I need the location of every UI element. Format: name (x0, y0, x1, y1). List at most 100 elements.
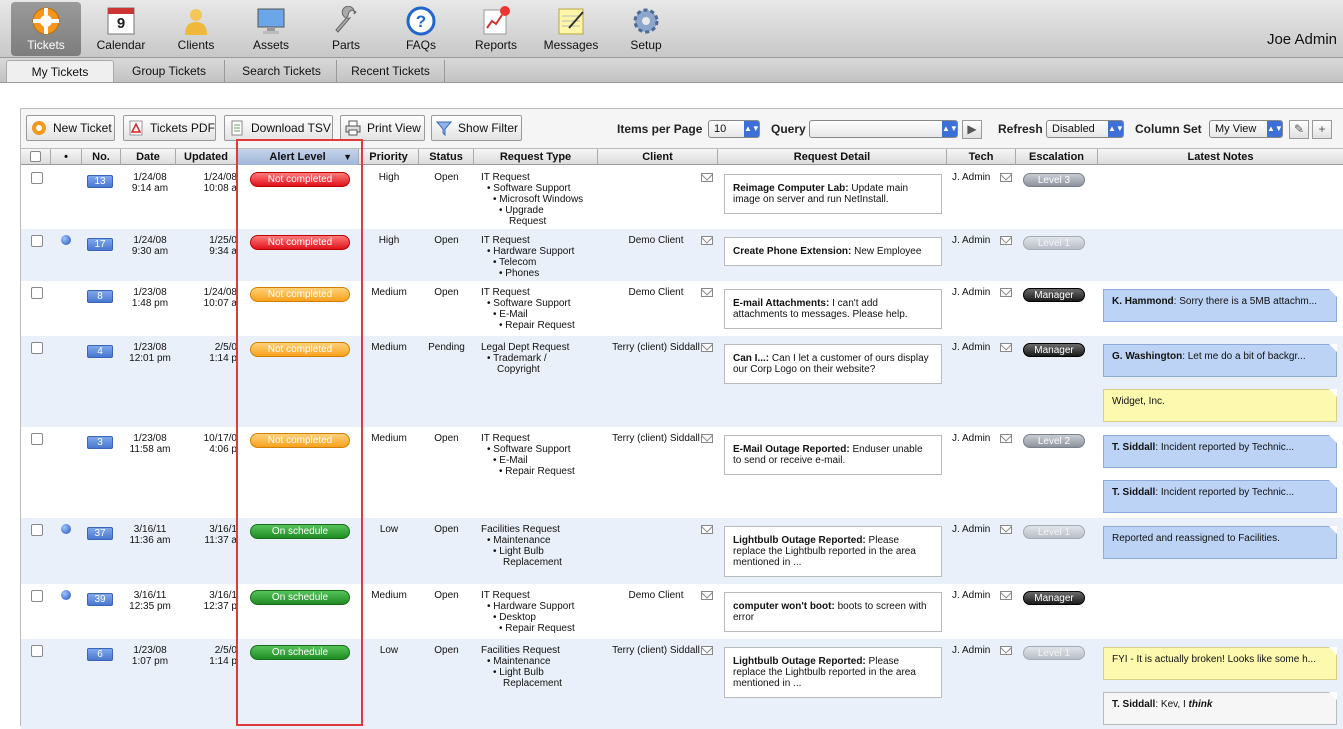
column-header-priority[interactable]: Priority (359, 149, 419, 165)
latest-note[interactable]: FYI - It is actually broken! Looks like … (1103, 647, 1337, 680)
select-all-checkbox[interactable] (30, 151, 41, 162)
ticket-number[interactable]: 8 (87, 290, 113, 303)
add-column-set-button[interactable]: + (1312, 120, 1332, 139)
ticket-checkbox[interactable] (31, 172, 43, 184)
ticket-row[interactable]: 4 1/23/08 12:01 pm 2/5/0 1:14 p Not completed… (21, 336, 1343, 427)
edit-column-set-button[interactable]: ✎ (1289, 120, 1309, 139)
email-tech-icon[interactable] (1000, 434, 1012, 443)
client-name[interactable]: Demo Client (603, 235, 709, 246)
client-name[interactable]: Demo Client (603, 590, 709, 601)
client-name[interactable]: Terry (client) Siddall (603, 433, 709, 444)
ticket-row[interactable]: 8 1/23/08 1:48 pm 1/24/08 10:07 a Not complet… (21, 281, 1343, 336)
column-set-select[interactable]: My View ▲▼ (1209, 120, 1283, 138)
tab-group-tickets[interactable]: Group Tickets (114, 60, 225, 82)
request-detail[interactable]: E-Mail Outage Reported: Enduser unable t… (724, 435, 942, 475)
email-client-icon[interactable] (701, 288, 713, 297)
refresh-select[interactable]: Disabled ▲▼ (1046, 120, 1124, 138)
latest-note[interactable]: T. Siddall: Incident reported by Technic… (1103, 480, 1337, 513)
column-header-request-detail[interactable]: Request Detail (718, 149, 947, 165)
column-header-date[interactable]: Date (121, 149, 176, 165)
email-tech-icon[interactable] (1000, 591, 1012, 600)
ticket-row[interactable]: 17 1/24/08 9:30 am 1/25/0 9:34 a Not complete… (21, 229, 1343, 281)
column-header-updated[interactable]: Updated (176, 149, 237, 165)
email-tech-icon[interactable] (1000, 525, 1012, 534)
email-client-icon[interactable] (701, 525, 713, 534)
ticket-number[interactable]: 37 (87, 527, 113, 540)
email-client-icon[interactable] (701, 434, 713, 443)
email-client-icon[interactable] (701, 646, 713, 655)
ticket-checkbox[interactable] (31, 342, 43, 354)
print-view-button[interactable]: Print View (340, 115, 425, 141)
ticket-row[interactable]: 37 3/16/11 11:36 am 3/16/1 11:37 a On schedul… (21, 518, 1343, 584)
ticket-number[interactable]: 3 (87, 436, 113, 449)
request-detail[interactable]: Create Phone Extension: New Employee (724, 237, 942, 266)
toolbar-item-messages[interactable]: Messages (536, 2, 606, 56)
new-ticket-button[interactable]: New Ticket (26, 115, 115, 141)
items-per-page-select[interactable]: 10 ▲▼ (708, 120, 760, 138)
latest-note[interactable]: Widget, Inc. (1103, 389, 1337, 422)
select-all-header[interactable] (21, 149, 51, 165)
toolbar-item-tickets[interactable]: Tickets (11, 2, 81, 56)
column-header-latest-notes[interactable]: Latest Notes (1098, 149, 1343, 165)
email-client-icon[interactable] (701, 173, 713, 182)
toolbar-item-reports[interactable]: Reports (461, 2, 531, 56)
user-name[interactable]: Joe Admin (1267, 31, 1337, 48)
column-header-status[interactable]: Status (419, 149, 474, 165)
ticket-checkbox[interactable] (31, 433, 43, 445)
request-detail[interactable]: Can I...: Can I let a customer of ours d… (724, 344, 942, 384)
column-header-alert-level[interactable]: Alert Level ▼ (237, 149, 359, 165)
ticket-checkbox[interactable] (31, 287, 43, 299)
tickets-pdf-button[interactable]: Tickets PDF (123, 115, 216, 141)
email-client-icon[interactable] (701, 236, 713, 245)
client-name[interactable]: Demo Client (603, 287, 709, 298)
ticket-checkbox[interactable] (31, 524, 43, 536)
ticket-checkbox[interactable] (31, 645, 43, 657)
email-tech-icon[interactable] (1000, 343, 1012, 352)
latest-note[interactable]: T. Siddall: Kev, I think (1103, 692, 1337, 725)
column-header-escalation[interactable]: Escalation (1016, 149, 1098, 165)
download-tsv-button[interactable]: Download TSV (224, 115, 333, 141)
show-filter-button[interactable]: Show Filter (431, 115, 522, 141)
ticket-number[interactable]: 4 (87, 345, 113, 358)
email-tech-icon[interactable] (1000, 646, 1012, 655)
tab-search-tickets[interactable]: Search Tickets (227, 60, 337, 82)
ticket-checkbox[interactable] (31, 235, 43, 247)
email-client-icon[interactable] (701, 343, 713, 352)
request-detail[interactable]: Lightbulb Outage Reported: Please replac… (724, 647, 942, 698)
ticket-number[interactable]: 39 (87, 593, 113, 606)
tab-my-tickets[interactable]: My Tickets (6, 60, 114, 82)
ticket-row[interactable]: 6 1/23/08 1:07 pm 2/5/0 1:14 p On schedule Low… (21, 639, 1343, 729)
email-client-icon[interactable] (701, 591, 713, 600)
email-tech-icon[interactable] (1000, 288, 1012, 297)
run-query-button[interactable]: ▶ (962, 120, 982, 139)
column-header-tech[interactable]: Tech (947, 149, 1016, 165)
toolbar-item-clients[interactable]: Clients (161, 2, 231, 56)
ticket-number[interactable]: 13 (87, 175, 113, 188)
column-header-client[interactable]: Client (598, 149, 718, 165)
request-detail[interactable]: Reimage Computer Lab: Update main image … (724, 174, 942, 214)
email-tech-icon[interactable] (1000, 173, 1012, 182)
toolbar-item-assets[interactable]: Assets (236, 2, 306, 56)
request-detail[interactable]: E-mail Attachments: I can't add attachme… (724, 289, 942, 329)
client-name[interactable]: Terry (client) Siddall (603, 645, 709, 656)
email-tech-icon[interactable] (1000, 236, 1012, 245)
ticket-checkbox[interactable] (31, 590, 43, 602)
ticket-row[interactable]: 13 1/24/08 9:14 am 1/24/08 10:08 a Not comple… (21, 166, 1343, 229)
toolbar-item-faqs[interactable]: ? FAQs (386, 2, 456, 56)
request-detail[interactable]: computer won't boot: boots to screen wit… (724, 592, 942, 632)
tab-recent-tickets[interactable]: Recent Tickets (337, 60, 445, 82)
latest-note[interactable]: G. Washington: Let me do a bit of backgr… (1103, 344, 1337, 377)
latest-note[interactable]: T. Siddall: Incident reported by Technic… (1103, 435, 1337, 468)
toolbar-item-setup[interactable]: Setup (611, 2, 681, 56)
request-detail[interactable]: Lightbulb Outage Reported: Please replac… (724, 526, 942, 577)
query-select[interactable]: ▲▼ (809, 120, 958, 138)
latest-note[interactable]: K. Hammond: Sorry there is a 5MB attachm… (1103, 289, 1337, 322)
ticket-number[interactable]: 6 (87, 648, 113, 661)
latest-note[interactable]: Reported and reassigned to Facilities. (1103, 526, 1337, 559)
ticket-number[interactable]: 17 (87, 238, 113, 251)
column-header-no[interactable]: No. (82, 149, 121, 165)
toolbar-item-calendar[interactable]: 9 Calendar (86, 2, 156, 56)
ticket-row[interactable]: 3 1/23/08 11:58 am 10/17/0 4:06 p Not complet… (21, 427, 1343, 518)
client-name[interactable]: Terry (client) Siddall (603, 342, 709, 353)
ticket-row[interactable]: 39 3/16/11 12:35 pm 3/16/1 12:37 p On schedul… (21, 584, 1343, 639)
